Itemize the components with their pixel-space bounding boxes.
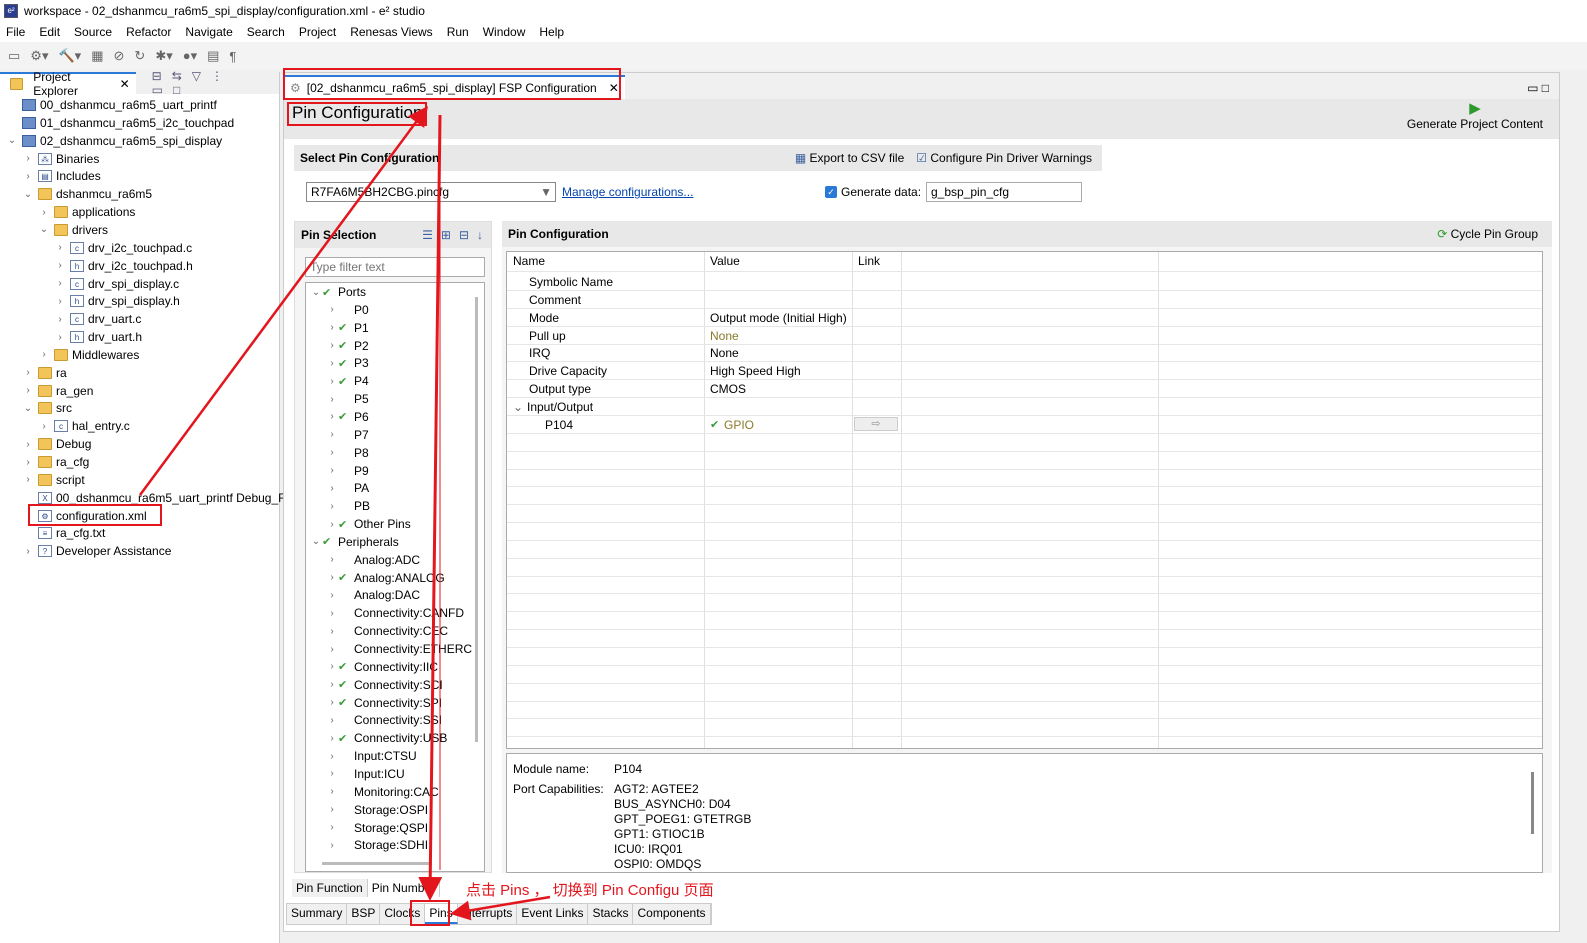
annotation-arrows (138, 105, 551, 921)
arrow-title-to-pins (418, 114, 443, 901)
annotation-text: 点击 Pins ， 切换到 Pin Configu 页面 (466, 882, 714, 899)
arrow-explorer-to-title (138, 105, 428, 496)
